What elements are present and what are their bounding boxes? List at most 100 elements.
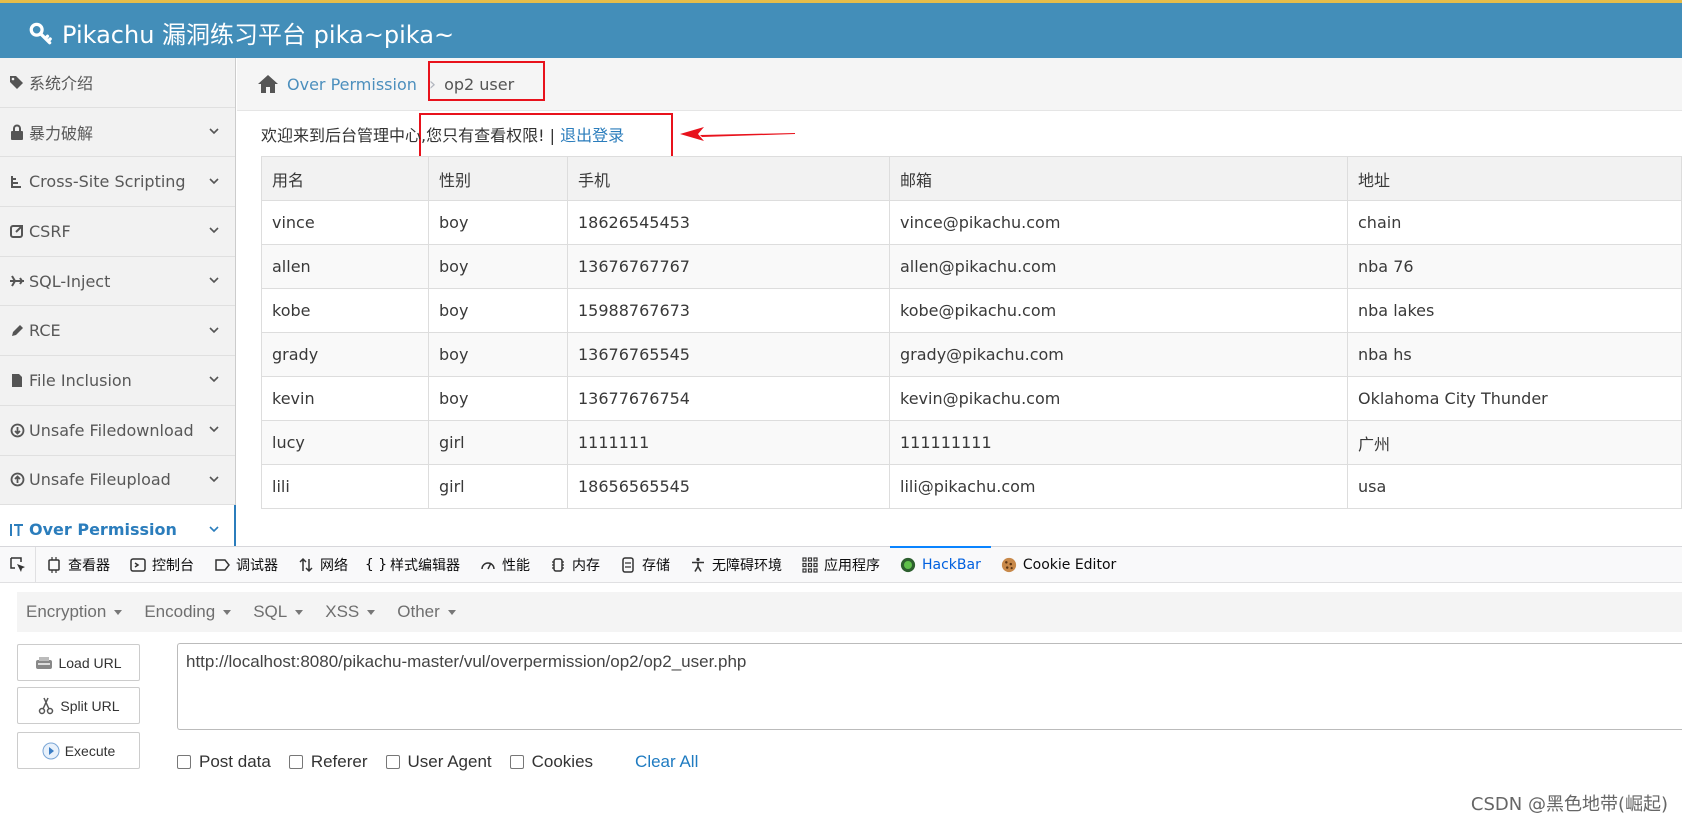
breadcrumb-parent[interactable]: Over Permission [287,75,417,94]
user-agent-checkbox[interactable] [385,755,400,769]
site-title: Pikachu 漏洞练习平台 pika~pika~ [62,21,455,49]
sidebar-item-label: Unsafe Fileupload [29,470,171,490]
table-cell: lili [261,464,429,509]
tab-label: 调试器 [236,557,278,574]
table-cell: allen [261,244,429,289]
option-label: User Agent [407,752,492,771]
tab-console[interactable]: 控制台 [120,547,204,582]
hackbar-options: Post data Referer User Agent Cookies Cle… [177,752,698,772]
tab-inspector[interactable]: 查看器 [36,547,120,582]
load-url-button[interactable]: Load URL [17,644,140,681]
table-cell: Oklahoma City Thunder [1347,376,1682,421]
tab-label: Cookie Editor [1022,556,1117,573]
option-post-data[interactable]: Post data [177,752,271,772]
menu-xss[interactable]: XSS [316,602,383,622]
chevron-down-icon [209,476,219,482]
menu-encoding[interactable]: Encoding [135,602,239,622]
table-cell: nba 76 [1347,244,1682,289]
scissors-icon [37,697,55,715]
tab-performance[interactable]: 性能 [470,547,540,582]
table-cell: 15988767673 [567,288,890,333]
sidebar-item-file-inclusion[interactable]: File Inclusion [0,356,235,406]
tab-style-editor[interactable]: { } 样式编辑器 [358,547,470,582]
tab-label: 查看器 [68,557,110,574]
table-cell: 18626545453 [567,200,890,245]
home-icon[interactable] [257,74,279,94]
option-label: Post data [199,752,271,771]
tab-label: 性能 [502,557,530,574]
key-icon [29,22,52,44]
table-cell: nba lakes [1347,288,1682,333]
load-url-icon [35,654,53,672]
tab-hackbar[interactable]: HackBar [890,546,991,582]
annotation-box-breadcrumb [428,61,545,101]
table-cell: lucy [261,420,429,465]
tab-network[interactable]: 网络 [288,547,358,582]
storage-icon [620,556,636,573]
cookie-icon [1001,557,1017,573]
tab-cookie-editor[interactable]: Cookie Editor [991,547,1126,582]
sidebar-item-unsafe-filedownload[interactable]: Unsafe Filedownload [0,406,235,456]
sidebar-item-brute-force[interactable]: 暴力破解 [0,108,235,158]
sidebar-item-label: Over Permission [29,520,177,540]
sidebar-item-unsafe-fileupload[interactable]: Unsafe Fileupload [0,456,235,506]
chevron-down-icon [209,327,219,333]
element-picker-button[interactable] [0,547,36,582]
post-data-checkbox[interactable] [177,755,191,769]
table-cell: boy [428,332,568,377]
cookies-checkbox[interactable] [509,755,524,769]
menu-other[interactable]: Other [388,602,464,622]
chevron-down-icon [209,128,219,135]
table-cell: grady@pikachu.com [889,332,1348,377]
sidebar-item-xss[interactable]: Cross-Site Scripting [0,157,235,208]
welcome-message: 欢迎来到后台管理中心,您只有查看权限! | 退出登录 [261,122,624,146]
menu-encryption[interactable]: Encryption [17,602,130,622]
sidebar-item-sql-inject[interactable]: SQL-Inject [0,257,235,307]
top-header: Pikachu 漏洞练习平台 pika~pika~ [0,0,1682,58]
sidebar-item-csrf[interactable]: CSRF [0,207,235,257]
table-row: vince boy 18626545453 vince@pikachu.com … [261,200,1682,245]
table-cell: 111111111 [889,420,1348,465]
table-cell: boy [428,376,568,421]
menu-sql[interactable]: SQL [244,602,311,622]
tab-application[interactable]: 应用程序 [792,547,890,582]
table-cell: 13677676754 [567,376,890,421]
clear-all-link[interactable]: Clear All [635,752,698,772]
referer-checkbox[interactable] [288,755,303,769]
menu-label: Encryption [26,602,107,621]
table-cell: chain [1347,200,1682,245]
sidebar-item-label: CSRF [29,221,71,241]
sidebar-item-rce[interactable]: RCE [0,306,235,357]
url-textarea[interactable]: http://localhost:8080/pikachu-master/vul… [177,643,1682,730]
tab-accessibility[interactable]: 无障碍环境 [680,547,792,582]
table-cell: boy [428,244,568,289]
application-icon [802,556,818,573]
menu-label: SQL [253,602,288,621]
table-row: lucy girl 1111111 111111111 广州 [261,420,1682,465]
menu-label: Encoding [144,602,216,621]
tab-debugger[interactable]: 调试器 [204,547,288,582]
tab-memory[interactable]: 内存 [540,547,610,582]
file-icon [8,373,26,388]
tab-label: HackBar [922,556,981,573]
table-cell: boy [428,288,568,333]
option-referer[interactable]: Referer [288,752,368,772]
execute-button[interactable]: Execute [17,732,140,769]
sidebar-item-intro[interactable]: 系统介绍 [0,58,235,108]
tab-label: 存储 [642,557,670,574]
split-url-button[interactable]: Split URL [17,687,140,724]
option-user-agent[interactable]: User Agent [385,752,492,772]
watermark: CSDN @黑色地带(崛起) [1470,794,1668,815]
column-header: 用名 [261,156,429,201]
table-cell: girl [428,464,568,509]
tab-label: 无障碍环境 [712,557,782,574]
tab-storage[interactable]: 存储 [610,547,680,582]
option-cookies[interactable]: Cookies [509,752,594,772]
hackbar-icon [900,557,916,573]
brand[interactable]: Pikachu 漏洞练习平台 pika~pika~ [28,15,454,50]
tab-label: 网络 [320,557,348,574]
column-header: 手机 [567,156,890,201]
logout-link[interactable]: 退出登录 [560,126,624,145]
option-label: Cookies [531,752,594,771]
plane-icon [8,275,26,287]
